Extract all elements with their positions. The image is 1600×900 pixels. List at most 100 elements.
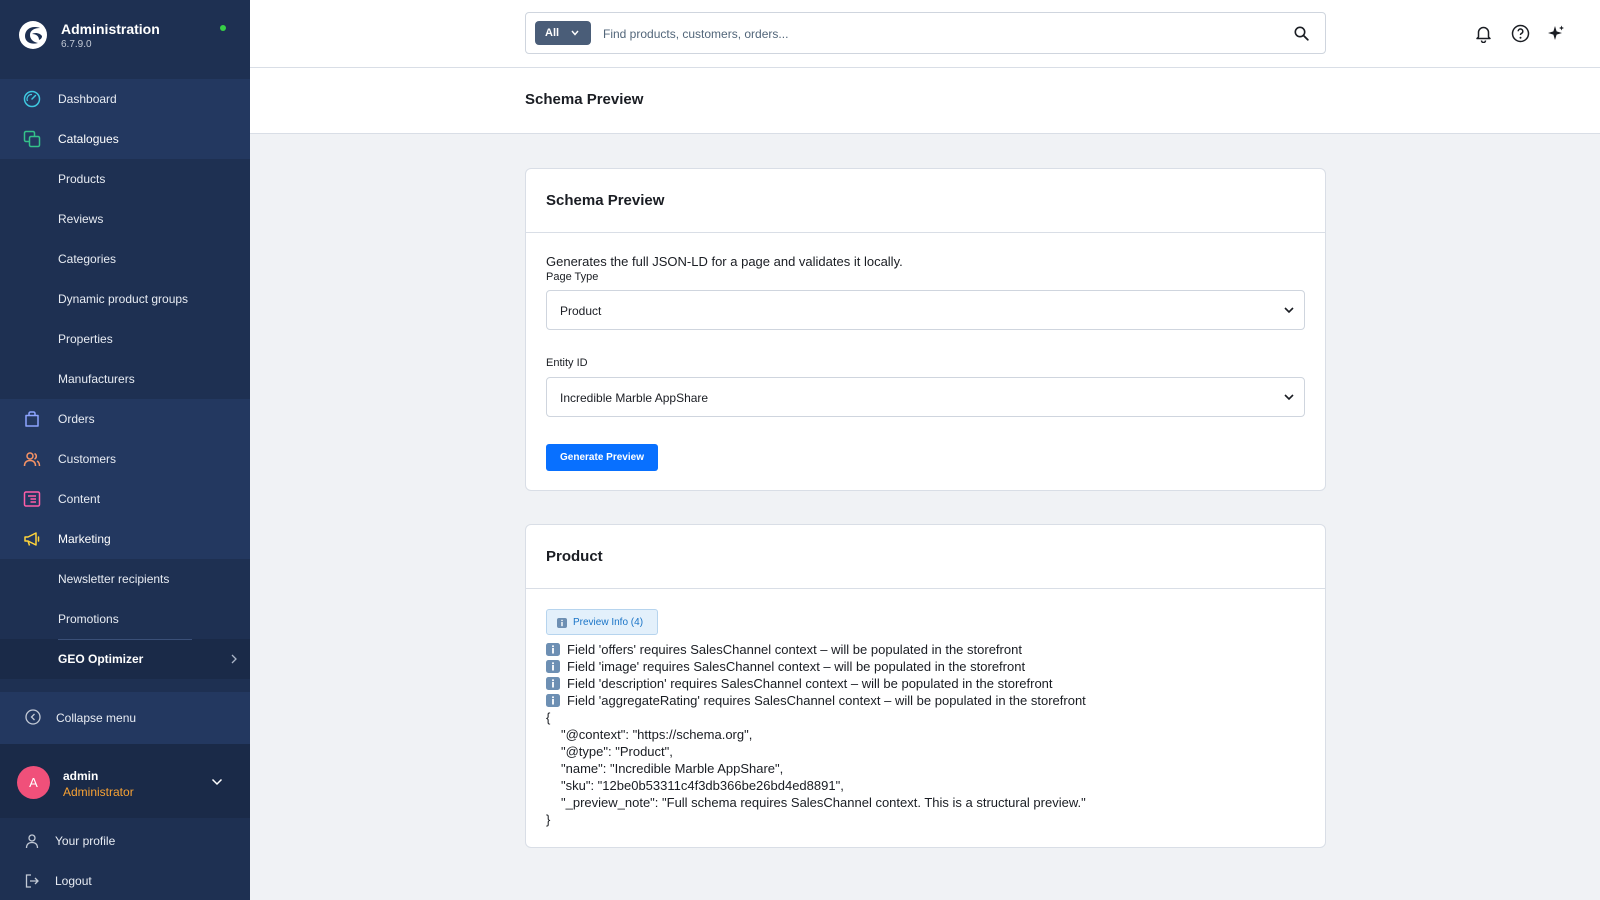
entity-id-select[interactable]: Incredible Marble AppShare <box>546 377 1305 417</box>
main-nav: Dashboard Catalogues Products Reviews Ca… <box>0 79 250 679</box>
notice-item: Field 'offers' requires SalesChannel con… <box>546 642 1022 657</box>
app-title: Administration <box>61 21 160 37</box>
content-icon <box>23 491 41 507</box>
sidebar-item-label: GEO Optimizer <box>58 652 144 666</box>
page-type-select[interactable]: Product <box>546 290 1305 330</box>
notice-text: Field 'description' requires SalesChanne… <box>567 676 1053 691</box>
info-icon <box>546 660 560 673</box>
ai-sparkle-icon[interactable] <box>1547 24 1566 43</box>
page-type-label: Page Type <box>546 271 599 283</box>
entity-id-label: Entity ID <box>546 357 588 369</box>
user-name: admin <box>63 769 99 783</box>
notice-text: Field 'aggregateRating' requires SalesCh… <box>567 693 1086 708</box>
card-title: Product <box>546 548 603 565</box>
notice-item: Field 'image' requires SalesChannel cont… <box>546 659 1025 674</box>
sidebar-item-label: Products <box>58 172 106 186</box>
preview-info-label: Preview Info (4) <box>573 616 644 628</box>
user-icon <box>25 834 39 849</box>
chevron-down-icon <box>1284 394 1294 401</box>
shopping-bag-icon <box>25 411 39 427</box>
json-line: } <box>546 812 551 827</box>
collapse-menu-button[interactable]: Collapse menu <box>0 692 250 744</box>
sidebar-item-dynamic-product-groups[interactable]: Dynamic product groups <box>0 279 250 319</box>
info-icon <box>546 694 560 707</box>
logout-icon <box>25 874 39 888</box>
logout-label: Logout <box>55 874 92 888</box>
sidebar-item-label: Promotions <box>58 612 119 626</box>
sidebar-item-geo-optimizer[interactable]: GEO Optimizer <box>0 639 250 679</box>
top-bar: All <box>250 0 1600 68</box>
logout-link[interactable]: Logout <box>0 861 250 900</box>
sidebar-item-content[interactable]: Content <box>0 479 250 519</box>
notice-text: Field 'offers' requires SalesChannel con… <box>567 642 1022 657</box>
catalogue-icon <box>23 130 41 148</box>
brand-header: Administration 6.7.9.0 <box>0 0 250 72</box>
preview-info-badge[interactable]: Preview Info (4) <box>546 609 658 635</box>
sidebar-item-label: Customers <box>58 452 117 466</box>
sidebar-item-label: Content <box>58 492 101 506</box>
divider <box>58 639 192 640</box>
sidebar-item-label: Dynamic product groups <box>58 292 189 306</box>
megaphone-icon <box>24 532 40 546</box>
card-title: Schema Preview <box>546 192 665 209</box>
card-header: Schema Preview <box>526 169 1325 233</box>
user-role: Administrator <box>63 785 134 799</box>
your-profile-link[interactable]: Your profile <box>0 821 250 861</box>
status-indicator <box>220 25 226 31</box>
users-icon <box>23 452 41 467</box>
sidebar-item-products[interactable]: Products <box>0 159 250 199</box>
sidebar-item-catalogues[interactable]: Catalogues <box>0 119 250 159</box>
info-icon <box>557 618 567 628</box>
global-search: All <box>525 12 1326 54</box>
your-profile-label: Your profile <box>55 834 116 848</box>
product-result-card: Product Preview Info (4) Field 'offers' … <box>525 524 1326 848</box>
sidebar-item-reviews[interactable]: Reviews <box>0 199 250 239</box>
sidebar-item-label: Catalogues <box>58 132 119 146</box>
notice-item: Field 'description' requires SalesChanne… <box>546 676 1053 691</box>
help-icon[interactable] <box>1511 24 1530 43</box>
sidebar-item-label: Orders <box>58 412 95 426</box>
sidebar-item-newsletter-recipients[interactable]: Newsletter recipients <box>0 559 250 599</box>
sidebar-item-marketing[interactable]: Marketing <box>0 519 250 559</box>
search-icon[interactable] <box>1294 26 1309 41</box>
json-line: "@type": "Product", <box>561 744 673 759</box>
card-description: Generates the full JSON-LD for a page an… <box>546 254 903 269</box>
sidebar-item-label: Properties <box>58 332 113 346</box>
card-header: Product <box>526 525 1325 589</box>
sidebar-item-promotions[interactable]: Promotions <box>0 599 250 639</box>
chevron-down-icon <box>211 778 223 786</box>
notice-text: Field 'image' requires SalesChannel cont… <box>567 659 1026 674</box>
gauge-icon <box>23 90 41 108</box>
sidebar-item-customers[interactable]: Customers <box>0 439 250 479</box>
notification-bell-icon[interactable] <box>1474 24 1493 43</box>
page-type-value: Product <box>560 304 602 318</box>
shopware-logo-icon <box>19 21 47 49</box>
chevron-down-icon <box>571 30 579 36</box>
info-icon <box>546 677 560 690</box>
search-scope-dropdown[interactable]: All <box>535 21 591 45</box>
sidebar-item-properties[interactable]: Properties <box>0 319 250 359</box>
json-line: "sku": "12be0b53311c4f3db366be26bd4ed889… <box>561 778 844 793</box>
chevron-right-icon <box>231 654 237 664</box>
sidebar-item-label: Reviews <box>58 212 104 226</box>
user-menu[interactable]: A admin Administrator <box>0 744 250 818</box>
json-line: "name": "Incredible Marble AppShare", <box>561 761 784 776</box>
collapse-menu-label: Collapse menu <box>56 711 137 725</box>
page-title: Schema Preview <box>525 91 644 108</box>
page-header: Schema Preview <box>250 68 1600 134</box>
sidebar-item-label: Categories <box>58 252 117 266</box>
avatar: A <box>17 766 50 799</box>
sidebar-item-dashboard[interactable]: Dashboard <box>0 79 250 119</box>
generate-preview-button[interactable]: Generate Preview <box>546 444 658 471</box>
sidebar-item-orders[interactable]: Orders <box>0 399 250 439</box>
schema-preview-card: Schema Preview Generates the full JSON-L… <box>525 168 1326 491</box>
search-input[interactable] <box>603 23 1263 45</box>
entity-id-value: Incredible Marble AppShare <box>560 391 709 405</box>
sidebar-item-label: Manufacturers <box>58 372 135 386</box>
sidebar-item-categories[interactable]: Categories <box>0 239 250 279</box>
sidebar: Administration 6.7.9.0 Dashboard Catalog… <box>0 0 250 900</box>
chevron-down-icon <box>1284 307 1294 314</box>
sidebar-item-manufacturers[interactable]: Manufacturers <box>0 359 250 399</box>
sidebar-item-label: Marketing <box>58 532 111 546</box>
notice-item: Field 'aggregateRating' requires SalesCh… <box>546 693 1086 708</box>
